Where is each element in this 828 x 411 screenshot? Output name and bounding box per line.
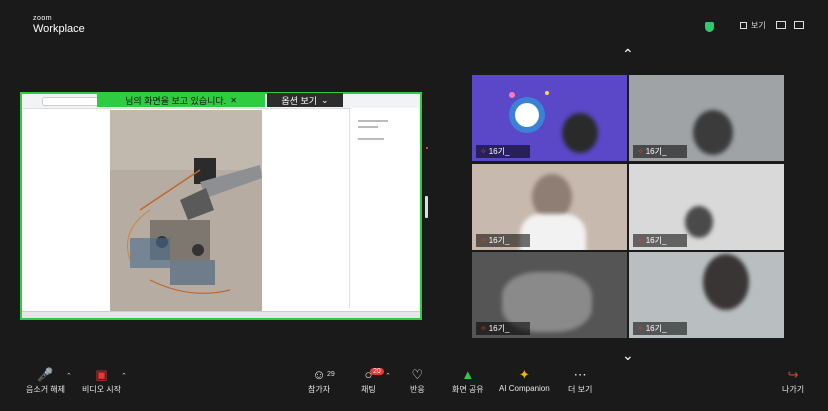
start-video-button[interactable]: ▣ 비디오 시작 (82, 366, 121, 395)
participant-tile[interactable]: ✧ 16기_ (629, 75, 784, 161)
participant-name: 16기_ (488, 324, 510, 333)
participant-tile[interactable]: ✧ 16기_ (472, 164, 627, 250)
microphone-muted-icon: 🎤 (37, 367, 54, 382)
unmute-label: 음소거 해제 (26, 385, 66, 394)
participant-name: 16기_ (645, 236, 667, 245)
share-screen-label: 화면 공유 (452, 385, 484, 394)
participant-video (685, 206, 713, 238)
video-off-icon: ▣ (95, 367, 108, 382)
mic-muted-icon: ✧ (480, 324, 487, 333)
mic-muted-icon: ✧ (480, 147, 487, 156)
view-options-label: 옵션 보기 (281, 95, 318, 106)
mic-muted-icon: ✧ (480, 236, 487, 245)
participant-name-label: ✧ 16기_ (633, 322, 687, 335)
participant-name-label: ✧ 16기_ (476, 322, 530, 335)
chat-unread-badge: 20 (370, 368, 384, 375)
start-video-label: 비디오 시작 (82, 385, 122, 394)
participant-tile[interactable]: ✧ 16기_ (629, 252, 784, 338)
view-button[interactable]: 보기 (740, 20, 766, 31)
participant-name-label: ✧ 16기_ (633, 234, 687, 247)
split-divider-handle[interactable] (425, 196, 428, 218)
chevron-down-icon: ⌄ (321, 94, 329, 105)
robot-arm-image (110, 110, 262, 314)
participant-video (693, 110, 733, 155)
exit-door-icon: ↪ (787, 367, 799, 382)
shared-taskbar (22, 311, 420, 318)
shared-screen[interactable] (20, 92, 422, 320)
participant-video (562, 113, 598, 153)
heart-icon: ♡ (411, 367, 424, 382)
divider-marker (426, 147, 428, 149)
panel-line (358, 138, 384, 140)
fullscreen-icon[interactable] (794, 21, 804, 29)
more-button[interactable]: ⋯ 더 보기 (568, 366, 592, 395)
more-label: 더 보기 (568, 385, 593, 394)
participant-tile[interactable]: ✧ 16기_ (472, 75, 627, 161)
reactions-button[interactable]: ♡ 반응 (410, 366, 425, 395)
participant-name: 16기_ (488, 147, 510, 156)
participants-icon: ☺ (312, 367, 326, 382)
view-label: 보기 (751, 21, 766, 30)
gallery-up-chevron-icon[interactable]: ⌃ (622, 46, 634, 63)
participant-name: 16기_ (645, 147, 667, 156)
ai-companion-button[interactable]: ✦ AI Companion (499, 366, 550, 393)
participant-name: 16기_ (488, 236, 510, 245)
participant-tile[interactable]: ✧ 16기_ (472, 252, 627, 338)
panel-line (358, 120, 388, 122)
shared-side-panel (349, 108, 420, 308)
pin-icon[interactable]: ✕ (230, 96, 237, 105)
grid-view-icon (740, 22, 747, 29)
share-screen-icon: ▲ (461, 367, 475, 382)
view-options-button[interactable]: 옵션 보기 ⌄ (267, 93, 343, 107)
video-options-caret-icon[interactable]: ⌃ (121, 372, 127, 380)
participant-tile[interactable]: ✧ 16기_ (629, 164, 784, 250)
participant-name-label: ✧ 16기_ (476, 234, 530, 247)
mic-muted-icon: ✧ (637, 236, 644, 245)
sparkle-icon: ✦ (518, 367, 530, 382)
workplace-logo: Workplace (33, 23, 85, 35)
participants-label: 참가자 (308, 385, 331, 394)
viewing-banner-text: 님의 화면을 보고 있습니다. (125, 95, 227, 106)
reactions-label: 반응 (410, 385, 425, 394)
minimize-window-icon[interactable] (776, 21, 786, 29)
participants-count: 29 (327, 371, 335, 378)
viewing-banner: 님의 화면을 보고 있습니다. ✕ (97, 93, 265, 107)
leave-label: 나가기 (782, 385, 805, 394)
leave-button[interactable]: ↪ 나가기 (782, 366, 804, 395)
chat-label: 채팅 (361, 385, 376, 394)
mic-muted-icon: ✧ (637, 324, 644, 333)
participant-video (703, 254, 749, 310)
security-shield-icon[interactable] (705, 22, 714, 32)
zoom-logo-small: zoom (33, 15, 53, 22)
share-screen-button[interactable]: ▲ 화면 공유 (452, 366, 484, 395)
gallery-down-chevron-icon[interactable]: ⌄ (622, 347, 634, 364)
participant-name-label: ✧ 16기_ (476, 145, 530, 158)
robot-arm-photo (110, 110, 262, 314)
participant-name-label: ✧ 16기_ (633, 145, 687, 158)
unmute-button[interactable]: 🎤 음소거 해제 (26, 366, 65, 395)
participant-name: 16기_ (645, 324, 667, 333)
audio-options-caret-icon[interactable]: ⌃ (66, 372, 72, 380)
more-options-icon: ⋯ (573, 367, 587, 382)
chat-options-caret-icon[interactable]: ⌃ (385, 372, 391, 380)
panel-line (358, 126, 378, 128)
ai-companion-label: AI Companion (499, 384, 550, 393)
mic-muted-icon: ✧ (637, 147, 644, 156)
